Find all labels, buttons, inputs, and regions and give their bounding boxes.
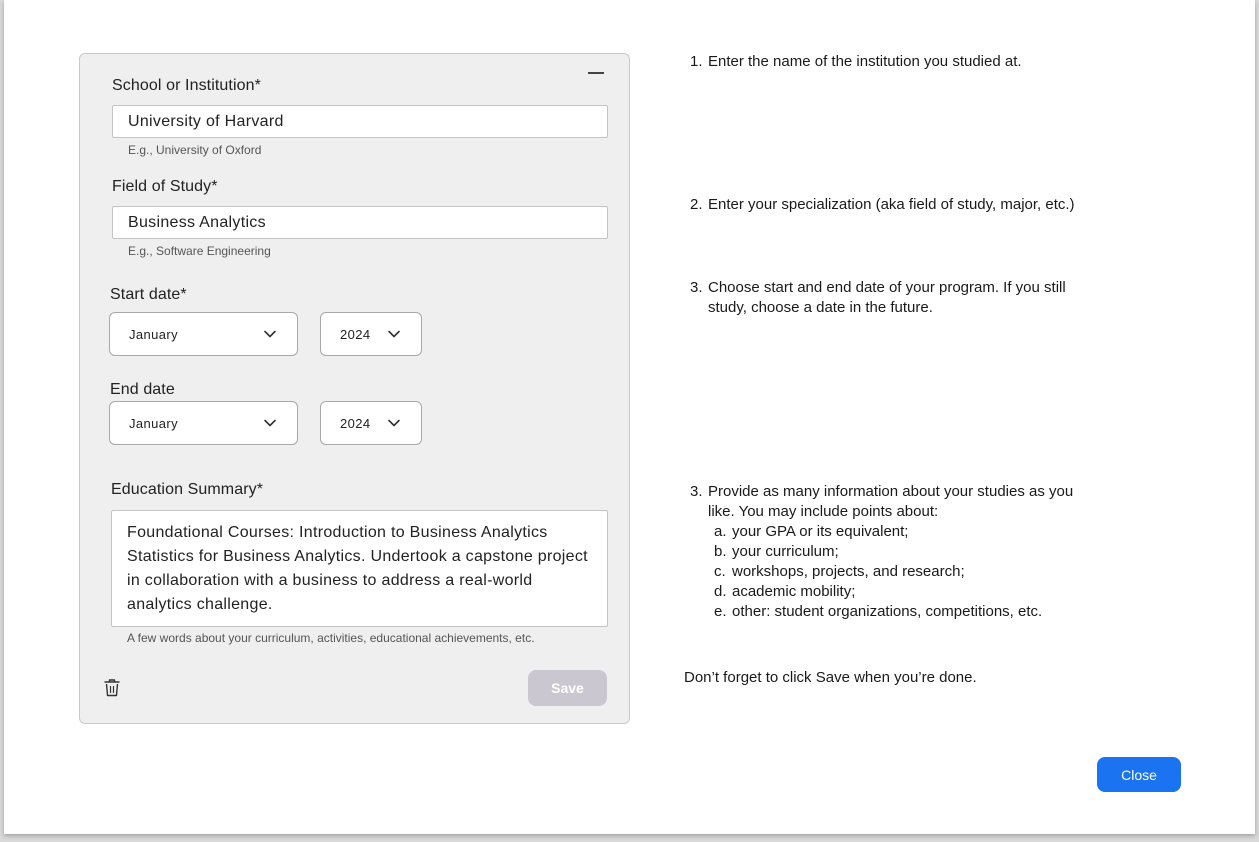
start-month-value: January	[129, 326, 179, 342]
education-summary-hint: A few words about your curriculum, activ…	[127, 631, 535, 645]
chevron-down-icon	[388, 330, 400, 338]
instruction-step-1: 1. Enter the name of the institution you …	[684, 52, 1022, 72]
education-form-card: School or Institution* E.g., University …	[79, 53, 630, 724]
list-item: c. workshops, projects, and research;	[714, 563, 965, 580]
list-item: d. academic mobility;	[714, 583, 856, 600]
end-year-select[interactable]: 2024	[320, 401, 422, 445]
chevron-down-icon	[264, 419, 276, 427]
close-button[interactable]: Close	[1097, 757, 1181, 792]
chevron-down-icon	[264, 330, 276, 338]
step-number: 3.	[690, 483, 703, 500]
list-item: e. other: student organizations, competit…	[714, 603, 1043, 620]
instruction-step-3: 3. Choose start and end date of your prog…	[684, 278, 1066, 318]
school-input[interactable]	[112, 105, 608, 138]
start-year-value: 2024	[340, 326, 371, 342]
education-summary-textarea[interactable]: Foundational Courses: Introduction to Bu…	[111, 510, 608, 627]
trash-icon[interactable]	[102, 677, 122, 699]
step-text-line: Provide as many information about your s…	[708, 483, 1074, 500]
end-year-value: 2024	[340, 415, 371, 431]
save-button[interactable]: Save	[528, 670, 607, 706]
chevron-down-icon	[388, 419, 400, 427]
minus-icon[interactable]	[587, 70, 605, 80]
start-date-label: Start date*	[110, 286, 187, 303]
education-modal: School or Institution* E.g., University …	[4, 0, 1255, 834]
step-text-line: Choose start and end date of your progra…	[708, 279, 1066, 296]
step-number: 2.	[690, 196, 703, 213]
instruction-step-2: 2. Enter your specialization (aka field o…	[684, 195, 1075, 215]
end-month-value: January	[129, 415, 179, 431]
school-hint: E.g., University of Oxford	[128, 143, 262, 157]
step-text-line: study, choose a date in the future.	[708, 299, 933, 316]
list-item: b. your curriculum;	[714, 543, 839, 560]
step-number: 3.	[690, 279, 703, 296]
end-date-label: End date	[110, 381, 175, 398]
step-text: Enter the name of the institution you st…	[708, 53, 1022, 70]
field-of-study-input[interactable]	[112, 206, 608, 239]
field-of-study-label: Field of Study*	[112, 178, 218, 195]
end-month-select[interactable]: January	[109, 401, 298, 445]
instruction-step-4: 3. Provide as many information about your…	[684, 482, 1073, 622]
step-text: Enter your specialization (aka field of …	[708, 196, 1075, 213]
start-month-select[interactable]: January	[109, 312, 298, 356]
start-year-select[interactable]: 2024	[320, 312, 422, 356]
school-label: School or Institution*	[112, 77, 261, 94]
step-number: 1.	[690, 53, 703, 70]
education-summary-label: Education Summary*	[111, 481, 264, 498]
list-item: a. your GPA or its equivalent;	[714, 523, 909, 540]
field-of-study-hint: E.g., Software Engineering	[128, 244, 271, 258]
step-text-line: like. You may include points about:	[708, 503, 939, 520]
save-reminder: Don’t forget to click Save when you’re d…	[684, 669, 977, 686]
